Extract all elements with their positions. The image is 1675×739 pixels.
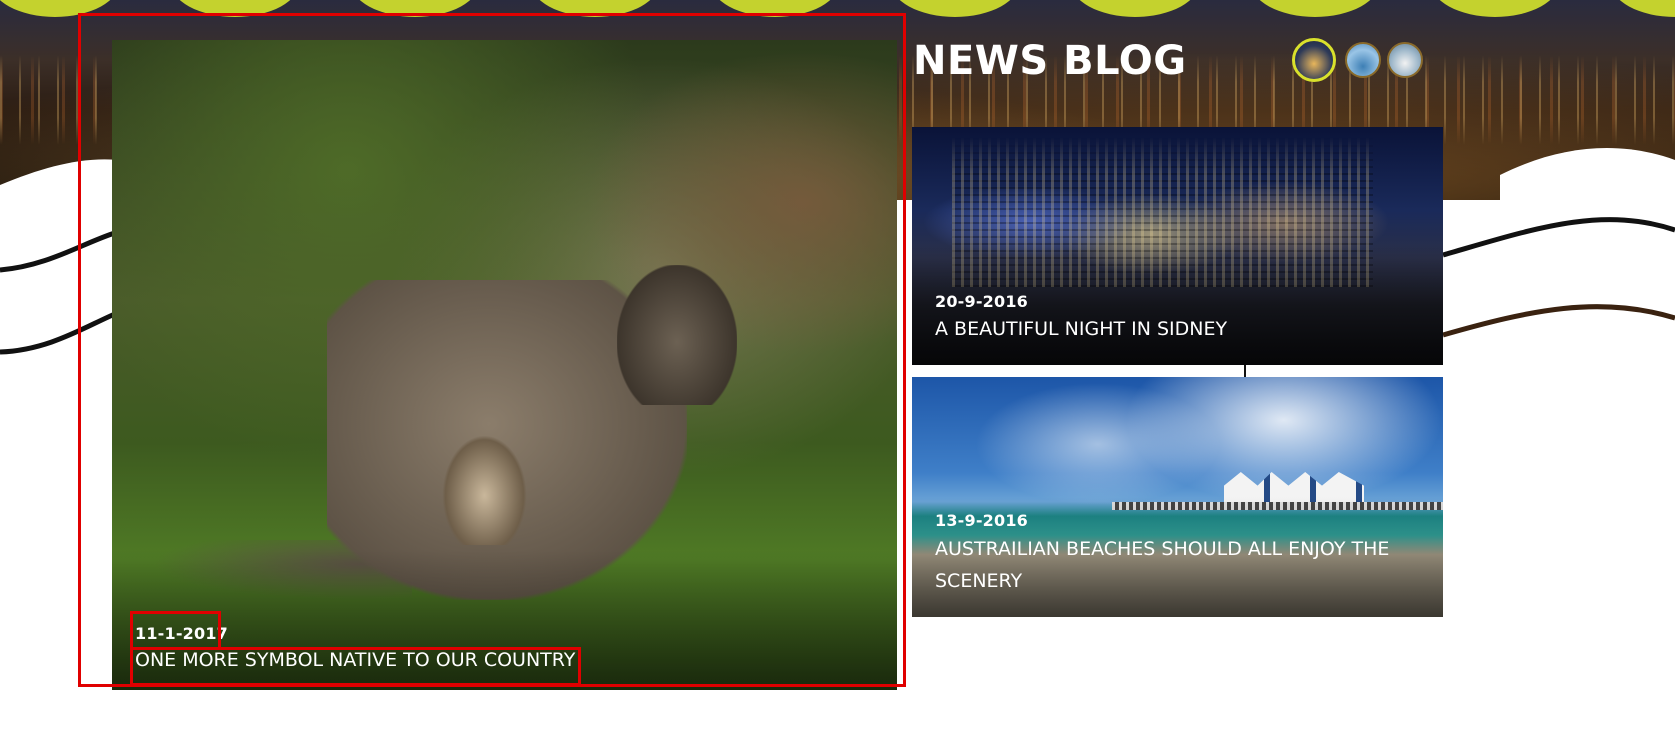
date-highlight-box bbox=[130, 611, 221, 650]
selector-dot-opera-house[interactable] bbox=[1387, 42, 1423, 78]
title-highlight-box bbox=[130, 647, 581, 686]
side-post-card-sydney[interactable]: 20-9-2016 A BEAUTIFUL NIGHT IN SIDNEY bbox=[912, 127, 1443, 365]
side-post-title[interactable]: A BEAUTIFUL NIGHT IN SIDNEY bbox=[935, 313, 1227, 345]
side-post-title[interactable]: AUSTRAILIAN BEACHES SHOULD ALL ENJOY THE… bbox=[935, 533, 1415, 597]
side-post-date: 20-9-2016 bbox=[935, 292, 1029, 311]
side-post-date: 13-9-2016 bbox=[935, 511, 1029, 530]
side-post-card-beach[interactable]: 13-9-2016 AUSTRAILIAN BEACHES SHOULD ALL… bbox=[912, 377, 1443, 617]
page-title: NEWS BLOG bbox=[913, 38, 1187, 84]
page: 11-1-2017 ONE MORE SYMBOL NATIVE TO OUR … bbox=[0, 0, 1675, 739]
featured-highlight-frame bbox=[78, 13, 906, 687]
selector-dot-city-night[interactable] bbox=[1292, 38, 1336, 82]
selector-dot-beach[interactable] bbox=[1345, 42, 1381, 78]
